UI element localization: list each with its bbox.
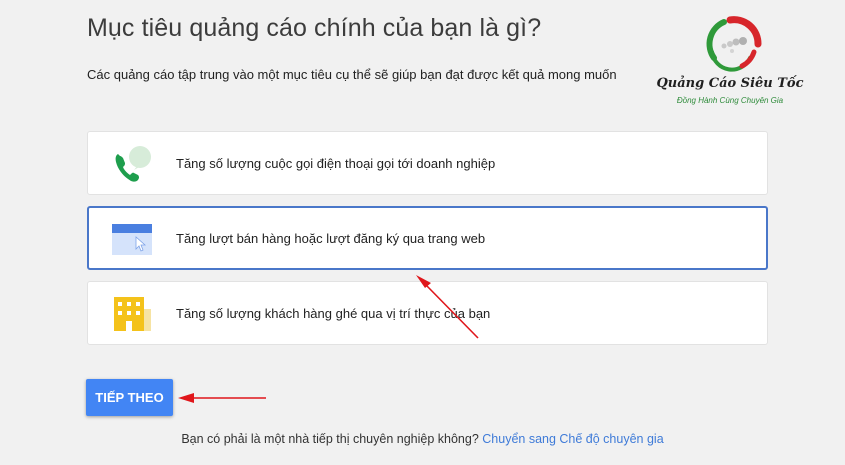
goal-option-phone-calls[interactable]: Tăng số lượng cuộc gọi điện thoại gọi tớ… bbox=[87, 131, 768, 195]
logo-tagline: Đồng Hành Cùng Chuyên Gia bbox=[676, 96, 784, 105]
annotation-arrow-to-next-button bbox=[178, 393, 266, 403]
expert-mode-question: Bạn có phải là một nhà tiếp thị chuyên n… bbox=[181, 432, 479, 446]
page-title: Mục tiêu quảng cáo chính của bạn là gì? bbox=[87, 14, 542, 42]
logo-emblem-icon bbox=[706, 16, 762, 72]
goal-label: Tăng số lượng khách hàng ghé qua vị trí … bbox=[176, 306, 491, 321]
brand-logo: Quảng Cáo Siêu Tốc Đồng Hành Cùng Chuyên… bbox=[640, 10, 820, 110]
goal-label: Tăng lượt bán hàng hoặc lượt đăng ký qua… bbox=[176, 231, 486, 246]
page-subtitle: Các quảng cáo tập trung vào một mục tiêu… bbox=[87, 67, 617, 82]
switch-to-expert-mode-link[interactable]: Chuyển sang Chế độ chuyên gia bbox=[482, 432, 663, 446]
storefront-icon bbox=[114, 297, 151, 331]
browser-cursor-icon bbox=[112, 224, 152, 255]
next-button[interactable]: TIẾP THEO bbox=[86, 379, 173, 416]
logo-name: Quảng Cáo Siêu Tốc bbox=[656, 76, 804, 91]
phone-chat-icon bbox=[115, 146, 151, 182]
goal-option-website-sales[interactable]: Tăng lượt bán hàng hoặc lượt đăng ký qua… bbox=[87, 206, 768, 270]
goal-label: Tăng số lượng cuộc gọi điện thoại gọi tớ… bbox=[176, 156, 496, 171]
expert-mode-prompt: Bạn có phải là một nhà tiếp thị chuyên n… bbox=[0, 432, 845, 446]
goal-option-store-visits[interactable]: Tăng số lượng khách hàng ghé qua vị trí … bbox=[87, 281, 768, 345]
